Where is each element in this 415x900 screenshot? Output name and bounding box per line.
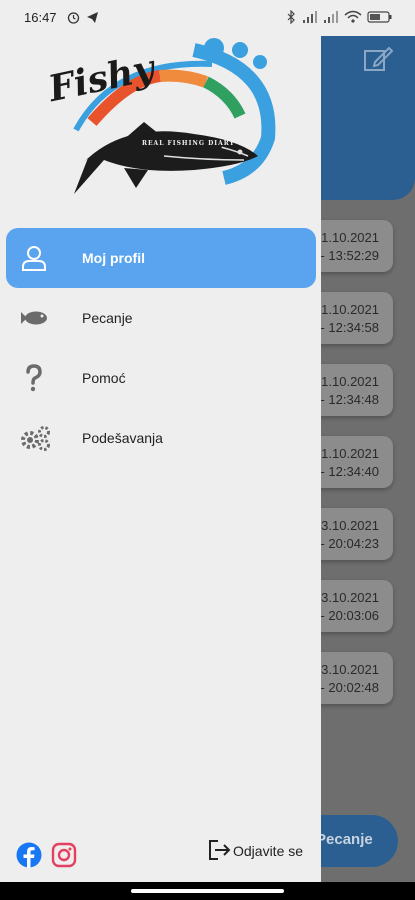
- menu-item-fishing[interactable]: Pecanje: [6, 288, 316, 348]
- bluetooth-icon: [287, 10, 295, 24]
- entry-date: 1.10.2021: [321, 230, 379, 245]
- menu-item-label: Pomoć: [82, 370, 126, 386]
- app-screen: 1.10.2021 - 13:52:29 1.10.2021 - 12:34:5…: [0, 0, 415, 900]
- question-icon: [26, 364, 42, 392]
- entry-date: 1.10.2021: [321, 374, 379, 389]
- entry-time: - 12:34:40: [320, 464, 379, 479]
- signal-icon: [303, 11, 317, 23]
- facebook-icon[interactable]: [16, 842, 42, 868]
- gears-icon: [21, 426, 50, 451]
- signal-icon: [324, 11, 338, 23]
- entry-time: - 12:34:48: [320, 392, 379, 407]
- fab-label: Pecanje: [316, 831, 373, 848]
- instagram-icon[interactable]: [51, 842, 77, 868]
- system-nav-bar: [0, 882, 415, 900]
- menu-item-label: Pecanje: [82, 310, 133, 326]
- fishy-logo: Fishy REAL FISHING DIARY: [44, 38, 276, 194]
- logout-icon: [209, 840, 231, 860]
- logout-label: Odjavite se: [233, 843, 304, 859]
- alarm-icon: [67, 12, 80, 24]
- logout-button[interactable]: Odjavite se: [208, 838, 318, 864]
- home-gesture-pill[interactable]: [131, 889, 284, 893]
- menu-item-help[interactable]: Pomoć: [6, 348, 316, 408]
- entry-time: - 12:34:58: [320, 320, 379, 335]
- status-time: 16:47: [24, 10, 57, 25]
- status-bar: 16:47: [0, 0, 415, 36]
- logo-brand-text: Fishy: [44, 47, 160, 111]
- battery-icon: [367, 11, 392, 23]
- entry-time: - 13:52:29: [320, 248, 379, 263]
- entry-date: 3.10.2021: [321, 518, 379, 533]
- entry-date: 1.10.2021: [321, 302, 379, 317]
- menu-item-label: Podešavanja: [82, 430, 163, 446]
- entry-time: - 20:03:06: [320, 608, 379, 623]
- user-icon: [22, 246, 46, 271]
- navigation-drawer: Fishy REAL FISHING DIARY Moj profil Peca…: [0, 0, 321, 882]
- entry-date: 1.10.2021: [321, 446, 379, 461]
- telegram-icon: [87, 12, 98, 23]
- wifi-icon: [344, 10, 362, 23]
- entry-date: 3.10.2021: [321, 590, 379, 605]
- menu-item-profile[interactable]: Moj profil: [6, 228, 316, 288]
- entry-time: - 20:04:23: [320, 536, 379, 551]
- menu-item-settings[interactable]: Podešavanja: [6, 408, 316, 468]
- entry-time: - 20:02:48: [320, 680, 379, 695]
- menu-item-label: Moj profil: [82, 250, 145, 266]
- edit-icon[interactable]: [363, 46, 393, 72]
- logo-tagline: REAL FISHING DIARY: [142, 140, 235, 147]
- fish-icon: [21, 311, 47, 325]
- entry-date: 3.10.2021: [321, 662, 379, 677]
